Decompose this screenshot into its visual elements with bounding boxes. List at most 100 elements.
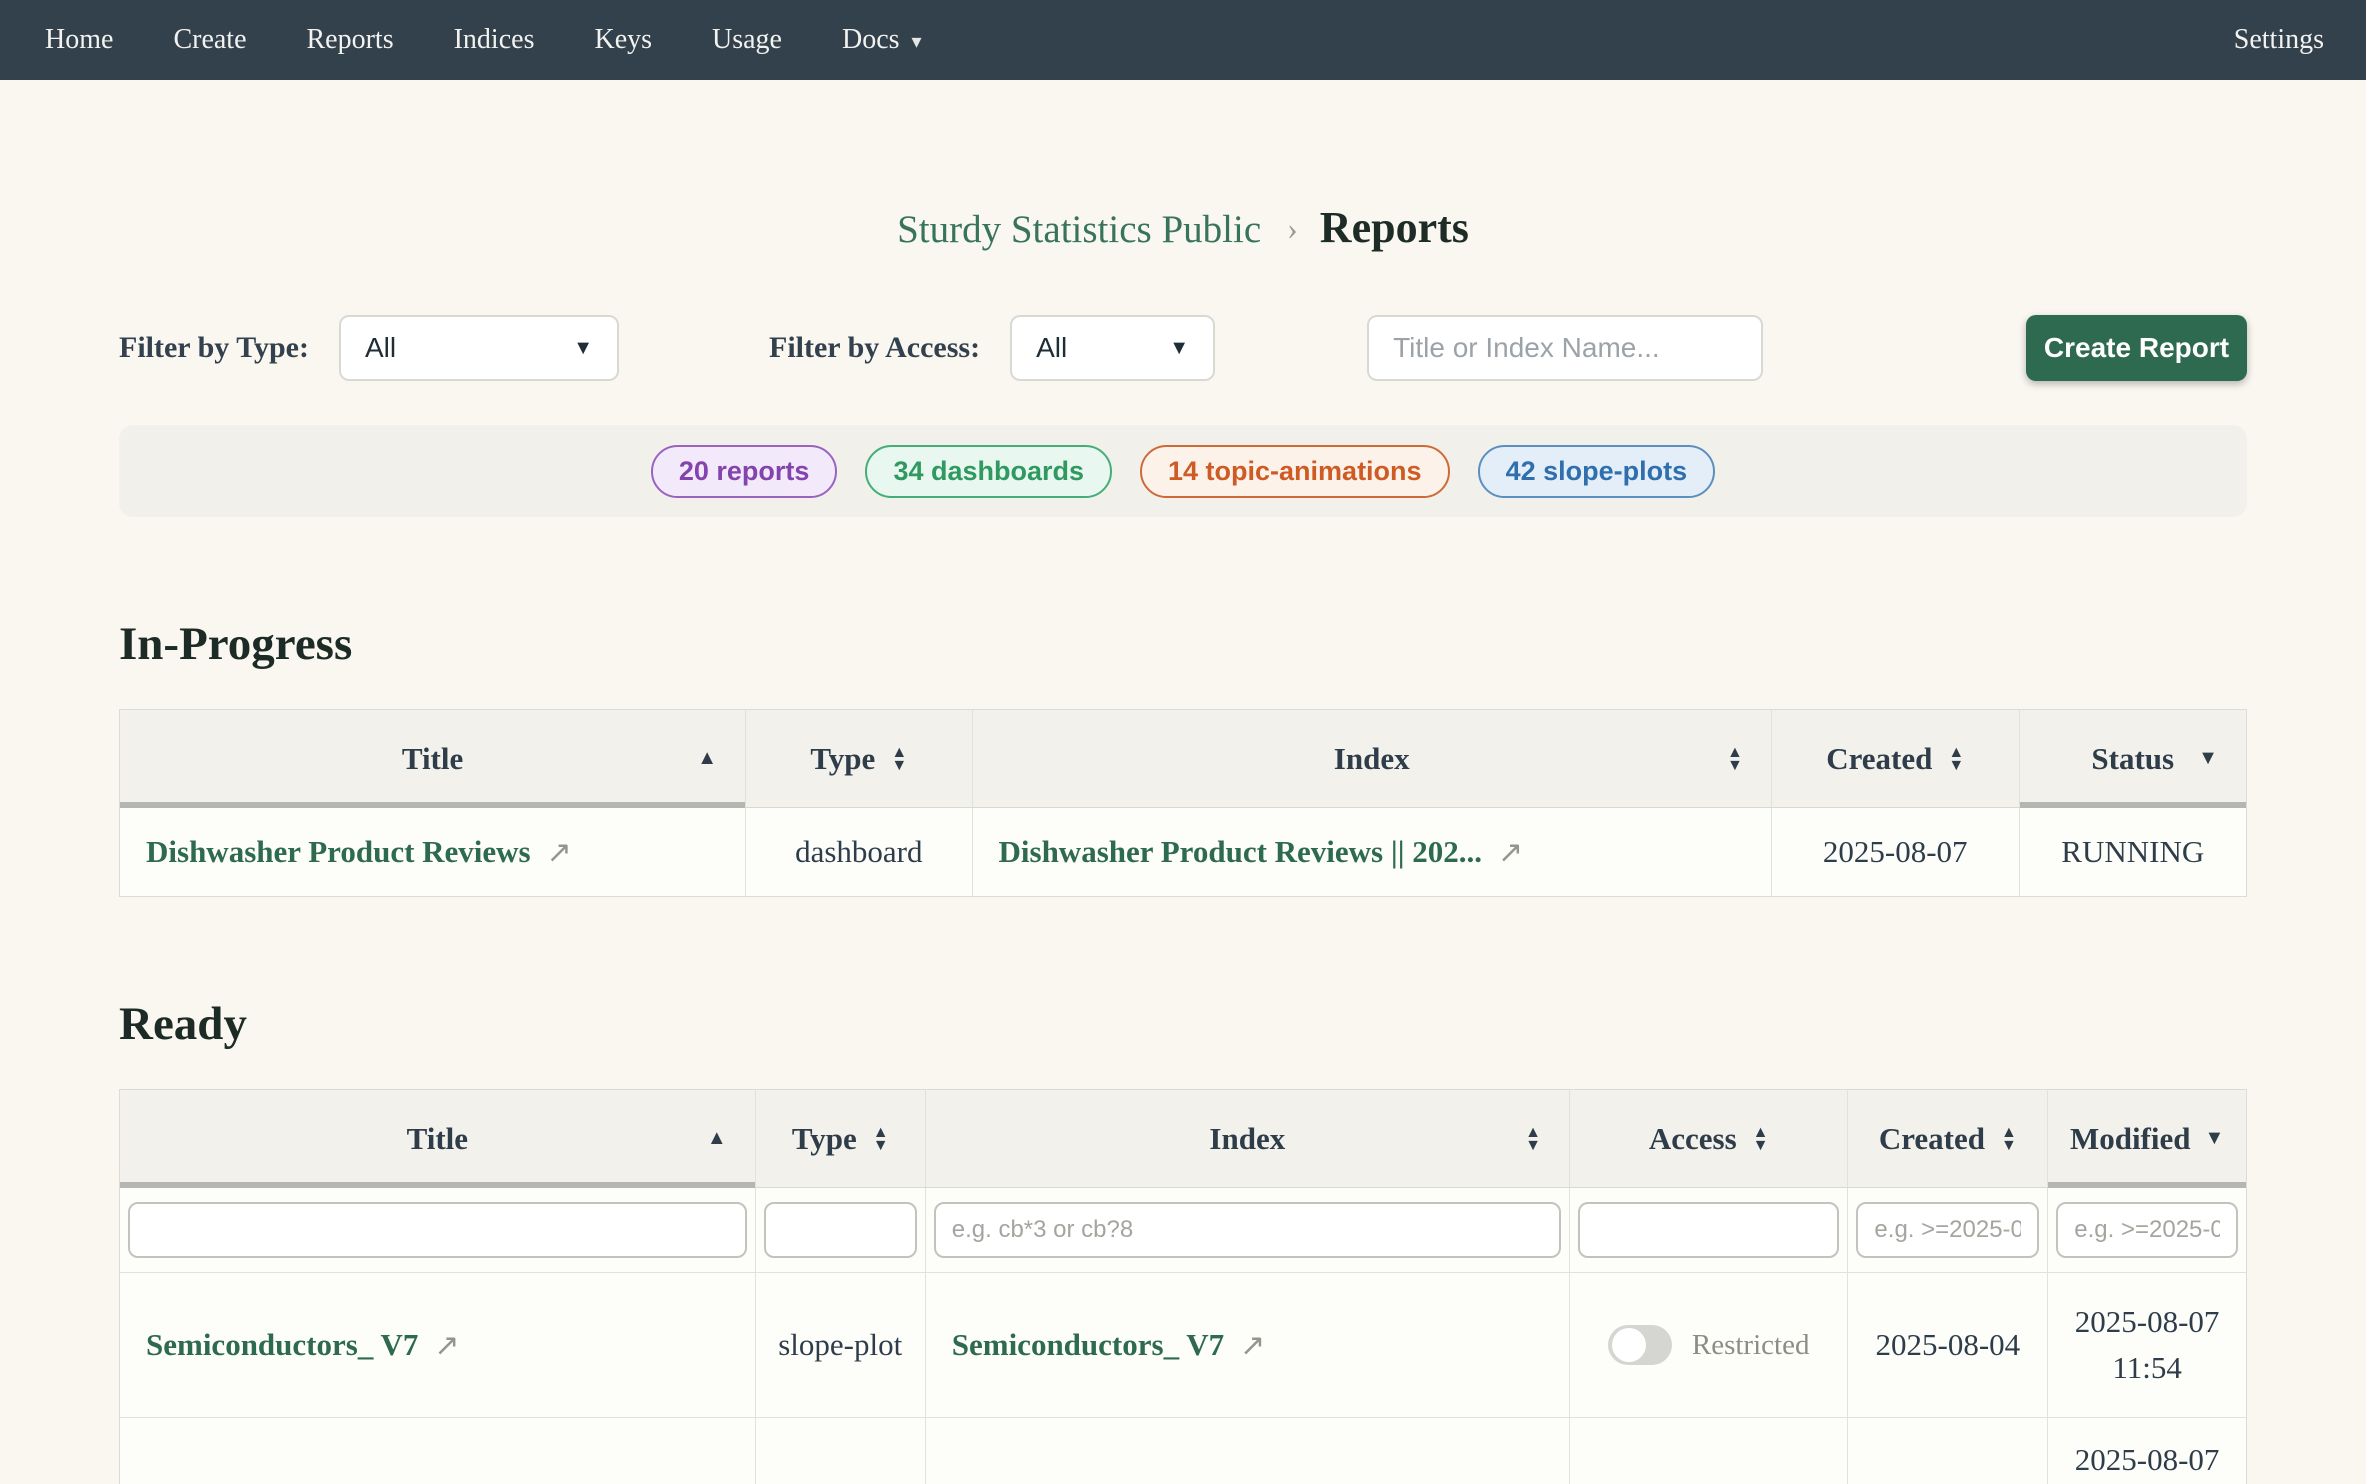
filter-access-label: Filter by Access: bbox=[769, 331, 980, 365]
external-link-icon[interactable]: ↗ bbox=[547, 835, 572, 870]
modified-cell: 2025-08-07 bbox=[2048, 1418, 2246, 1484]
index-filter-input[interactable] bbox=[934, 1202, 1561, 1258]
sort-both-icon: ▲▼ bbox=[1948, 746, 1964, 772]
modified-cell: 2025-08-07 11:54 bbox=[2048, 1273, 2246, 1417]
top-navbar: Home Create Reports Indices Keys Usage D… bbox=[0, 0, 2366, 80]
sort-asc-icon: ▲ bbox=[697, 747, 717, 770]
external-link-icon[interactable]: ↗ bbox=[434, 1328, 459, 1363]
column-header-index[interactable]: Index ▲▼ bbox=[973, 710, 1772, 807]
nav-item-keys[interactable]: Keys bbox=[594, 24, 652, 56]
modified-time: 11:54 bbox=[2112, 1345, 2181, 1392]
nav-item-settings[interactable]: Settings bbox=[2234, 24, 2324, 56]
column-title-label: Title bbox=[402, 741, 463, 777]
ready-heading: Ready bbox=[119, 997, 2247, 1051]
sort-desc-icon: ▼ bbox=[2205, 1127, 2225, 1150]
column-header-access[interactable]: Access ▲▼ bbox=[1570, 1090, 1849, 1187]
access-toggle[interactable] bbox=[1608, 1325, 1672, 1365]
column-header-modified[interactable]: Modified ▼ bbox=[2048, 1090, 2246, 1187]
column-header-status[interactable]: Status ▼ bbox=[2020, 710, 2246, 807]
column-type-label: Type bbox=[792, 1121, 857, 1157]
table-row-partial: 2025-08-07 bbox=[120, 1418, 2246, 1484]
index-filter-cell bbox=[926, 1188, 1570, 1272]
report-title-link[interactable]: Dishwasher Product Reviews bbox=[146, 834, 531, 870]
nav-docs-label: Docs bbox=[842, 24, 900, 55]
modified-date: 2025-08-07 bbox=[2075, 1299, 2220, 1346]
summary-badge-bar: 20 reports 34 dashboards 14 topic-animat… bbox=[119, 425, 2247, 517]
nav-item-home[interactable]: Home bbox=[45, 24, 113, 56]
column-created-label: Created bbox=[1826, 741, 1932, 777]
external-link-icon[interactable]: ↗ bbox=[1240, 1328, 1265, 1363]
nav-item-usage[interactable]: Usage bbox=[712, 24, 782, 56]
ready-header-row: Title ▲ Type ▲▼ Index ▲▼ Access ▲▼ Creat… bbox=[120, 1090, 2246, 1188]
column-status-label: Status bbox=[2091, 741, 2174, 777]
index-link[interactable]: Semiconductors_ V7 bbox=[952, 1327, 1224, 1363]
filter-type-select[interactable]: All ▼ bbox=[339, 315, 619, 381]
column-header-title[interactable]: Title ▲ bbox=[120, 1090, 756, 1187]
sort-desc-icon: ▼ bbox=[2198, 747, 2218, 770]
status-cell: RUNNING bbox=[2020, 808, 2246, 896]
index-link[interactable]: Dishwasher Product Reviews || 202... bbox=[999, 834, 1483, 870]
ready-filter-row bbox=[120, 1188, 2246, 1273]
title-filter-input[interactable] bbox=[128, 1202, 747, 1258]
access-filter-input[interactable] bbox=[1578, 1202, 1840, 1258]
sort-both-icon: ▲▼ bbox=[1727, 746, 1743, 772]
index-cell bbox=[926, 1418, 1570, 1484]
column-title-label: Title bbox=[407, 1121, 468, 1157]
chevron-down-icon: ▾ bbox=[912, 29, 922, 54]
sort-both-icon: ▲▼ bbox=[2001, 1126, 2017, 1152]
in-progress-heading: In-Progress bbox=[119, 617, 2247, 671]
nav-item-create[interactable]: Create bbox=[173, 24, 246, 56]
column-created-label: Created bbox=[1879, 1121, 1985, 1157]
column-type-label: Type bbox=[810, 741, 875, 777]
external-link-icon[interactable]: ↗ bbox=[1498, 835, 1523, 870]
title-filter-cell bbox=[120, 1188, 756, 1272]
column-index-label: Index bbox=[1209, 1121, 1285, 1157]
created-filter-cell bbox=[1848, 1188, 2048, 1272]
nav-item-docs[interactable]: Docs ▾ bbox=[842, 24, 922, 56]
caret-down-icon: ▼ bbox=[573, 337, 593, 360]
nav-item-indices[interactable]: Indices bbox=[454, 24, 535, 56]
column-header-type[interactable]: Type ▲▼ bbox=[746, 710, 972, 807]
title-cell: Semiconductors_ V7 ↗ bbox=[120, 1273, 756, 1417]
filter-toolbar: Filter by Type: All ▼ Filter by Access: … bbox=[119, 315, 2247, 381]
page-title: Reports bbox=[1320, 203, 1469, 252]
slope-plots-count-badge[interactable]: 42 slope-plots bbox=[1478, 445, 1716, 498]
reports-count-badge[interactable]: 20 reports bbox=[651, 445, 838, 498]
filter-access-select[interactable]: All ▼ bbox=[1010, 315, 1215, 381]
filter-access-value: All bbox=[1036, 332, 1067, 364]
column-header-index[interactable]: Index ▲▼ bbox=[926, 1090, 1570, 1187]
filter-type-value: All bbox=[365, 332, 396, 364]
column-modified-label: Modified bbox=[2070, 1121, 2191, 1157]
type-cell: slope-plot bbox=[756, 1273, 926, 1417]
table-row: Semiconductors_ V7 ↗ slope-plot Semicond… bbox=[120, 1273, 2246, 1418]
caret-down-icon: ▼ bbox=[1169, 337, 1189, 360]
title-cell bbox=[120, 1418, 756, 1484]
sort-both-icon: ▲▼ bbox=[891, 746, 907, 772]
toggle-knob bbox=[1612, 1328, 1646, 1362]
access-cell: Restricted bbox=[1570, 1273, 1849, 1417]
dashboards-count-badge[interactable]: 34 dashboards bbox=[865, 445, 1112, 498]
search-input[interactable] bbox=[1367, 315, 1763, 381]
column-header-type[interactable]: Type ▲▼ bbox=[756, 1090, 926, 1187]
in-progress-header-row: Title ▲ Type ▲▼ Index ▲▼ Created ▲▼ Stat… bbox=[120, 710, 2246, 808]
column-access-label: Access bbox=[1649, 1121, 1737, 1157]
created-cell: 2025-08-04 bbox=[1848, 1273, 2048, 1417]
type-cell bbox=[756, 1418, 926, 1484]
breadcrumb-parent-link[interactable]: Sturdy Statistics Public bbox=[897, 208, 1261, 251]
ready-table: Title ▲ Type ▲▼ Index ▲▼ Access ▲▼ Creat… bbox=[119, 1089, 2247, 1484]
column-header-title[interactable]: Title ▲ bbox=[120, 710, 746, 807]
report-title-link[interactable]: Semiconductors_ V7 bbox=[146, 1327, 418, 1363]
topic-animations-count-badge[interactable]: 14 topic-animations bbox=[1140, 445, 1450, 498]
title-cell: Dishwasher Product Reviews ↗ bbox=[120, 808, 746, 896]
created-filter-input[interactable] bbox=[1856, 1202, 2039, 1258]
column-header-created[interactable]: Created ▲▼ bbox=[1772, 710, 2020, 807]
nav-item-reports[interactable]: Reports bbox=[307, 24, 394, 56]
create-report-button[interactable]: Create Report bbox=[2026, 315, 2247, 381]
modified-filter-input[interactable] bbox=[2056, 1202, 2238, 1258]
table-row: Dishwasher Product Reviews ↗ dashboard D… bbox=[120, 808, 2246, 896]
type-filter-input[interactable] bbox=[764, 1202, 917, 1258]
sort-both-icon: ▲▼ bbox=[1525, 1126, 1541, 1152]
filter-type-label: Filter by Type: bbox=[119, 331, 309, 365]
column-header-created[interactable]: Created ▲▼ bbox=[1848, 1090, 2048, 1187]
nav-items: Home Create Reports Indices Keys Usage D… bbox=[45, 24, 922, 56]
